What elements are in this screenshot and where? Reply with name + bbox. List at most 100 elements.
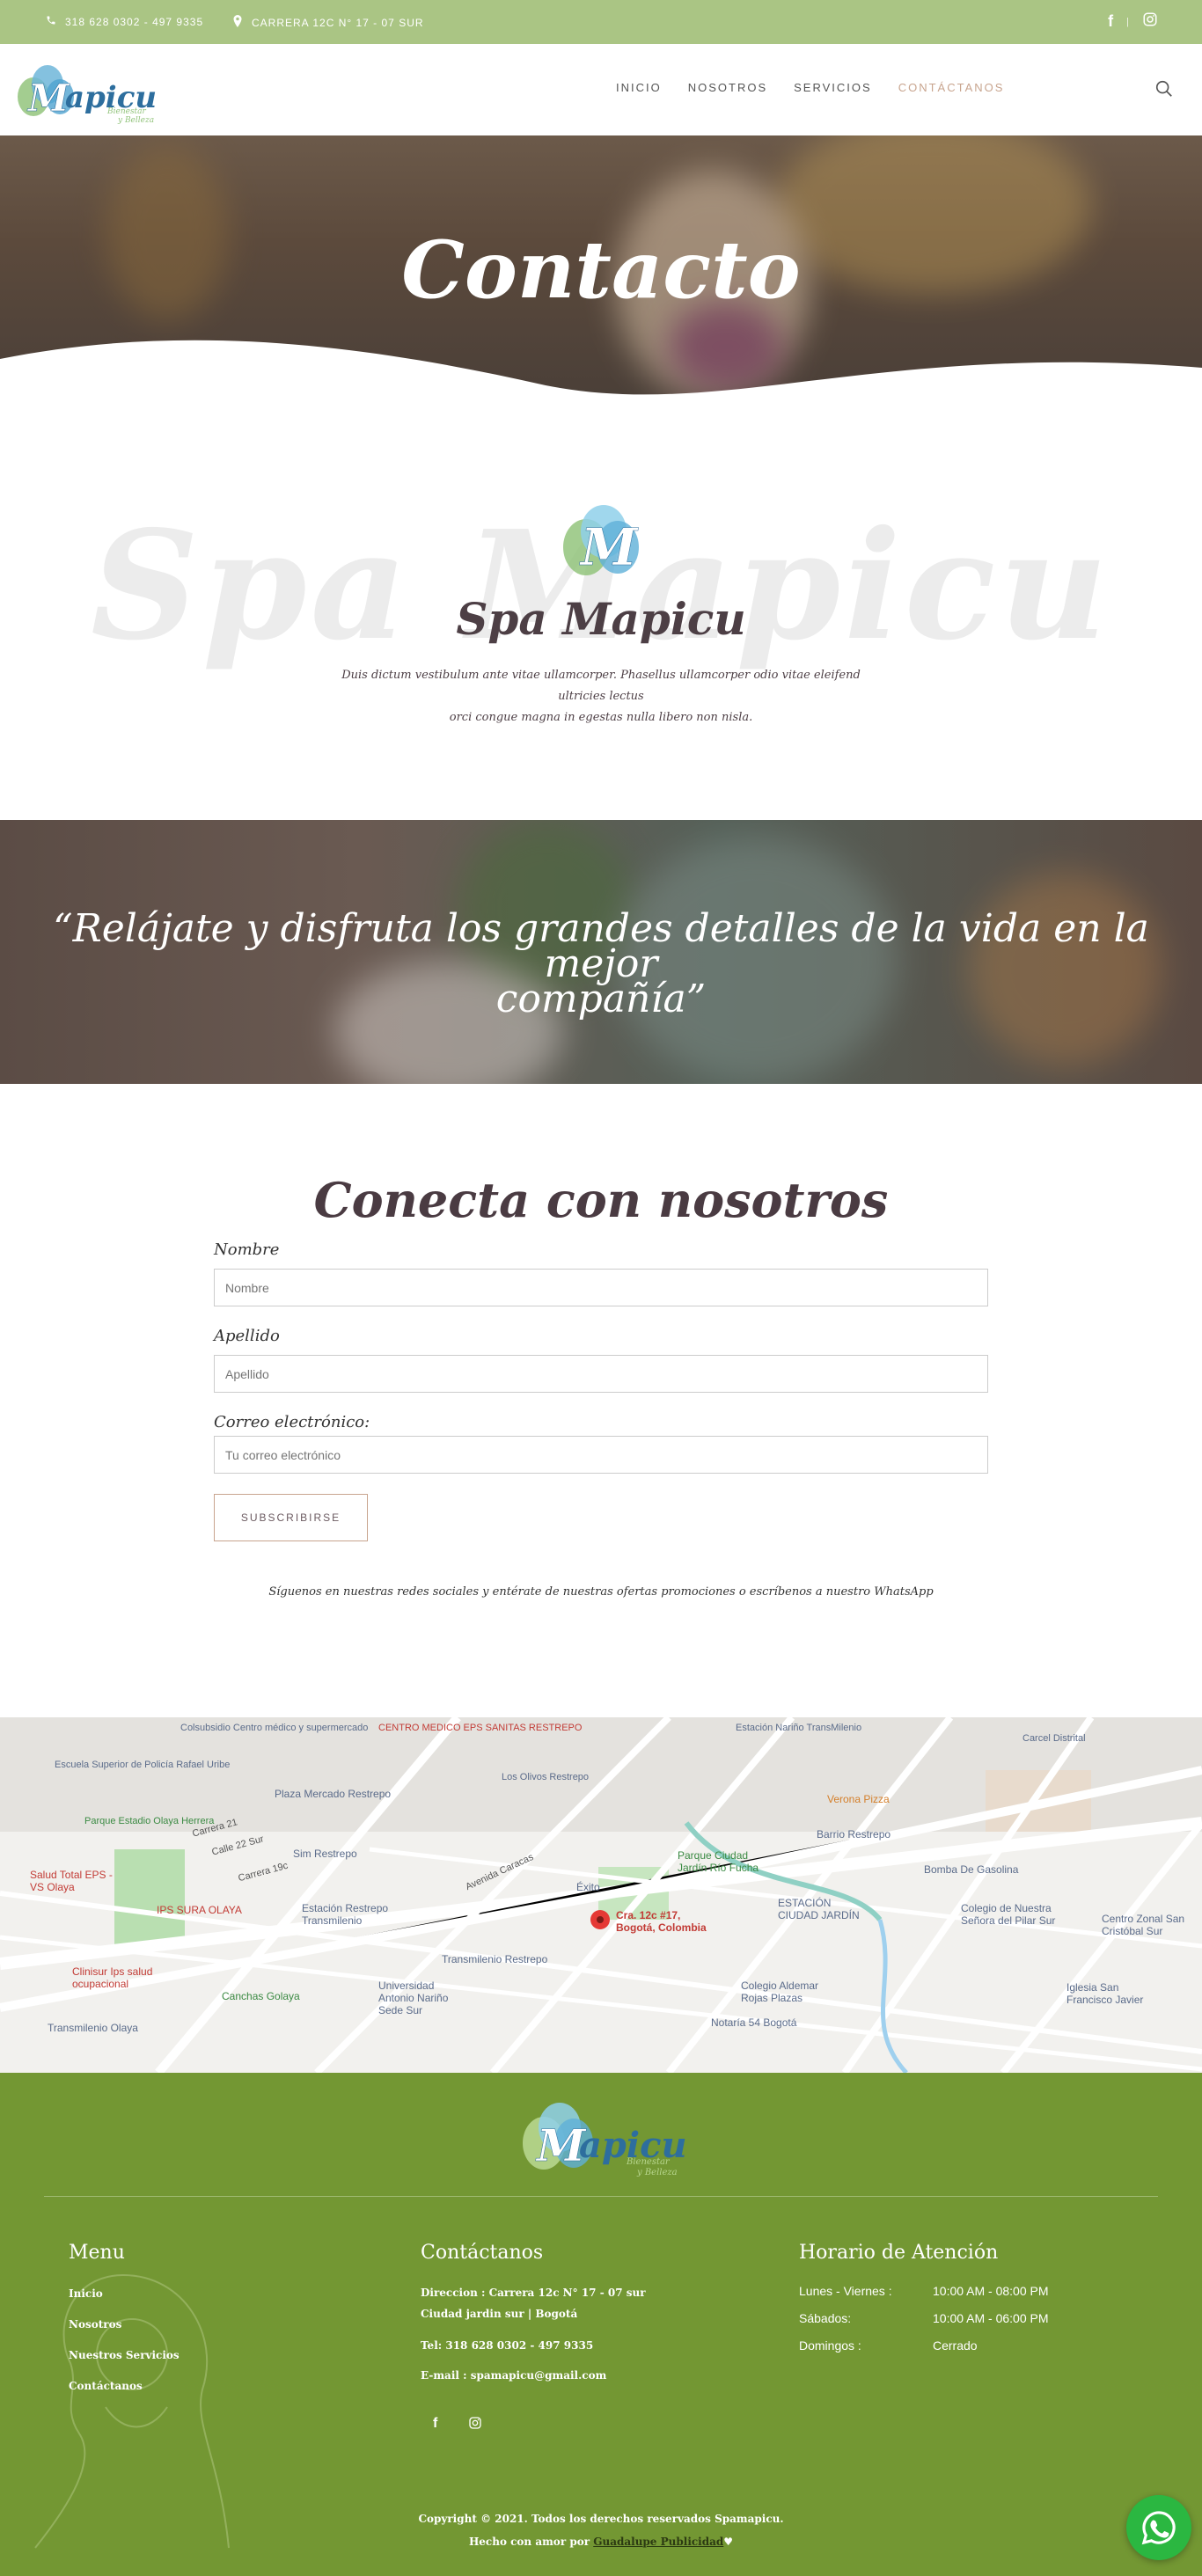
footer-instagram-icon[interactable] [468,2416,482,2434]
social-divider: | [1126,16,1130,27]
logo-subtitle-1: Bienestar [107,107,146,116]
footer-link-inicio[interactable]: Inicio [69,2287,103,2300]
site-logo[interactable]: M apicu Bienestar y Belleza [12,55,171,125]
quote-line-2: compañía” [495,977,707,1021]
made-by-text: Hecho con amor por Guadalupe Publicidad♥ [0,2536,1202,2548]
footer-contact-title: Contáctanos [421,2242,544,2264]
map-label: Colsubsidio Centro médico y supermercado [180,1723,369,1733]
map-label: Iglesia San Francisco Javier [1066,1981,1144,2006]
map-label: Carcel Distrital [1022,1733,1086,1744]
intro-text-line-1: Duis dictum vestibulum ante vitae ullamc… [341,669,861,703]
main-nav: INICIO NOSOTROS SERVICIOS CONTÁCTANOS [616,81,1004,94]
footer-facebook-icon[interactable]: f [433,2416,437,2432]
map-label: Los Olivos Restrepo [502,1772,590,1782]
map-label: Verona Pizza [827,1793,890,1805]
map-label: Centro Zonal San Cristóbal Sur [1102,1913,1185,1937]
address-info: CARRERA 12C N° 17 - 07 SUR [232,15,424,30]
facebook-icon[interactable]: f [1108,12,1114,31]
hero-banner: Contacto [0,135,1202,401]
hours-day: Domingos : [799,2338,861,2353]
intro-logo-icon: M [554,498,648,586]
follow-text-body: Síguenos en nuestras redes sociales y en… [268,1585,871,1599]
address-text: CARRERA 12C N° 17 - 07 SUR [252,16,424,29]
footer-logo[interactable]: M apicu Bienestar y Belleza [509,2094,693,2178]
search-icon[interactable] [1154,79,1174,99]
hours-time: 10:00 AM - 08:00 PM [933,2284,1049,2298]
map-label: Salud Total EPS - VS Olaya [30,1869,113,1893]
footer-address: Direccion : Carrera 12c N° 17 - 07 sur C… [421,2282,646,2324]
hours-day: Sábados: [799,2311,852,2325]
contact-form-section: Conecta con nosotros Nombre Apellido Cor… [0,1084,1202,1717]
quote-text: “Relájate y disfruta los grandes detalle… [35,910,1167,1019]
nombre-field[interactable] [214,1269,988,1306]
map-label: Transmilenio Restrepo [442,1953,548,1965]
map-label: CENTRO MEDICO EPS SANITAS RESTREPO [378,1723,583,1733]
footer-address-line-1: Direccion : Carrera 12c N° 17 - 07 sur [421,2287,646,2299]
nav-nosotros[interactable]: NOSOTROS [688,81,767,94]
footer-hours-title: Horario de Atención [799,2242,999,2264]
whatsapp-link[interactable]: WhatsApp [874,1585,933,1599]
subscribe-button[interactable]: SUBSCRIBIRSE [214,1494,368,1541]
map-label: Notaría 54 Bogotá [711,2016,797,2029]
topbar-social: f | [1108,11,1158,32]
footer-email[interactable]: E-mail : spamapicu@gmail.com [421,2365,606,2386]
form-title: Conecta con nosotros [313,1172,889,1228]
footer-decorative-illustration [34,2274,230,2549]
intro-title: Spa Mapicu [456,593,746,645]
map-label: Universidad Antonio Nariño Sede Sur [378,1980,449,2016]
copyright-text: Copyright © 2021. Todos los derechos res… [418,2513,784,2525]
map-label: ESTACIÓN CIUDAD JARDÍN [778,1897,860,1921]
intro-section: Spa Mapicu M Spa Mapicu Duis dictum vest… [0,401,1202,820]
top-bar: 318 628 0302 - 497 9335 CARRERA 12C N° 1… [0,0,1202,44]
apellido-field[interactable] [214,1355,988,1393]
footer-logo-subtitle-1: Bienestar [627,2157,670,2167]
made-by-link[interactable]: Guadalupe Publicidad [593,2536,723,2548]
footer-link-servicios[interactable]: Nuestros Servicios [69,2349,180,2361]
instagram-icon[interactable] [1142,11,1158,32]
footer-divider [44,2196,1158,2197]
footer-link-nosotros[interactable]: Nosotros [69,2318,121,2331]
page-title: Contacto [401,223,801,317]
footer-address-line-2: Ciudad jardin sur | Bogotá [421,2308,578,2320]
phone-text: 318 628 0302 - 497 9335 [65,15,204,28]
nav-inicio[interactable]: INICIO [616,81,662,94]
intro-text-line-2: orci congue magna in egestas nulla liber… [449,711,753,724]
map-label: Transmilenio Olaya [48,2022,138,2034]
quote-line-1: “Relájate y disfruta los grandes detalle… [53,906,1149,986]
site-header: M apicu Bienestar y Belleza INICIO NOSOT… [0,44,1202,135]
hero-wave [0,340,1202,401]
map-label: Colegio de Nuestra Señora del Pilar Sur [961,1902,1056,1927]
location-map[interactable]: Cra. 12c #17, Bogotá, Colombia Colsubsid… [0,1717,1202,2073]
footer-logo-subtitle-2: y Belleza [637,2168,678,2177]
hours-time: Cerrado [933,2338,978,2353]
site-footer: M apicu Bienestar y Belleza Menu Inicio … [0,2073,1202,2576]
nav-contactanos[interactable]: CONTÁCTANOS [898,81,1005,94]
follow-text: Síguenos en nuestras redes sociales y en… [0,1585,1202,1599]
svg-text:M: M [26,77,70,120]
phone-icon [46,15,56,28]
map-label: Colegio Aldemar Rojas Plazas [741,1980,819,2004]
apellido-label: Apellido [214,1327,280,1345]
footer-link-contactanos[interactable]: Contáctanos [69,2380,143,2392]
map-label: Barrio Restrepo [817,1828,891,1841]
quote-banner: “Relájate y disfruta los grandes detalle… [0,820,1202,1084]
phone-info[interactable]: 318 628 0302 - 497 9335 [46,15,203,28]
nav-servicios[interactable]: SERVICIOS [794,81,872,94]
email-label: Correo electrónico: [214,1413,370,1431]
map-label: Parque Ciudad Jardín Río Fucha [678,1849,759,1874]
hours-time: 10:00 AM - 06:00 PM [933,2311,1049,2325]
hours-day: Lunes - Viernes : [799,2284,892,2298]
logo-subtitle-2: y Belleza [118,116,155,125]
map-label: Parque Estadio Olaya Herrera [84,1816,215,1826]
map-pin-label-2: Bogotá, Colombia [616,1921,707,1934]
email-field[interactable] [214,1436,988,1474]
footer-phone: Tel: 318 628 0302 - 497 9335 [421,2339,594,2352]
whatsapp-button[interactable] [1126,2495,1191,2560]
map-label: Plaza Mercado Restrepo [275,1788,392,1800]
footer-menu-title: Menu [69,2242,125,2264]
heart-icon: ♥ [723,2536,734,2548]
map-pin-label-1: Cra. 12c #17, [616,1909,681,1921]
nombre-label: Nombre [214,1240,280,1259]
map-label: Clinisur Ips salud ocupacional [72,1965,153,1990]
map-roads [0,1717,1202,2073]
